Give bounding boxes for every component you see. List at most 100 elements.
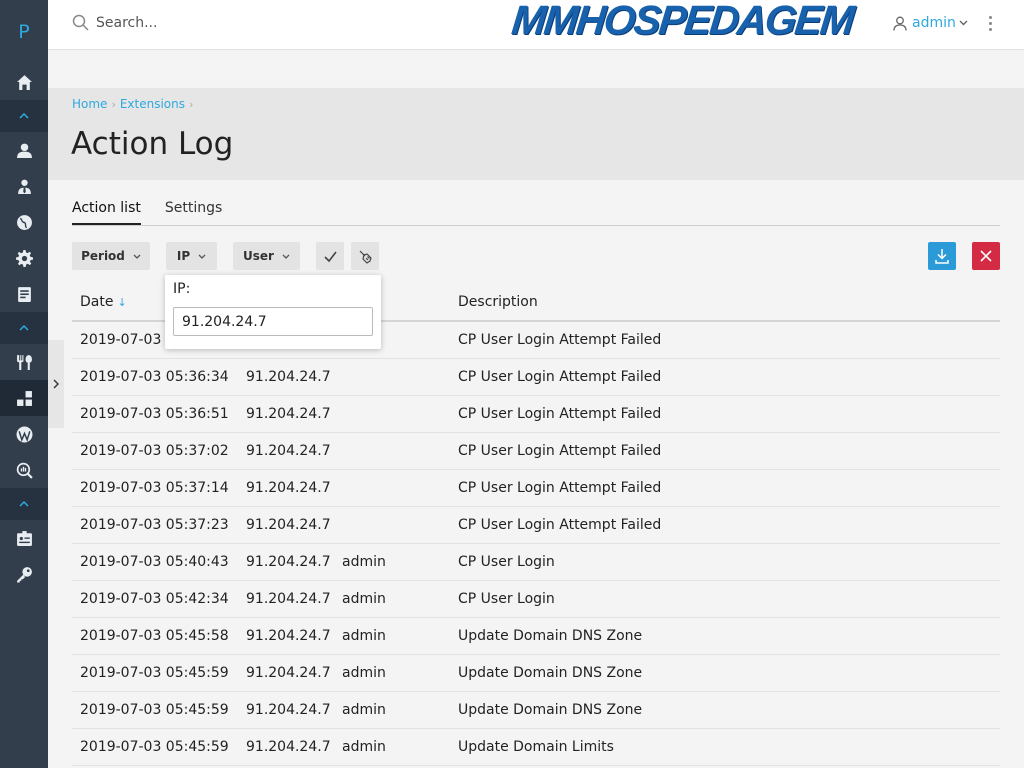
ip-filter-popup: IP:: [165, 275, 381, 349]
sidebar-item-wordpress[interactable]: [0, 416, 48, 452]
row-user: admin: [342, 665, 386, 681]
period-filter-label: Period: [81, 249, 125, 263]
filter-toolbar: Period IP User: [72, 242, 1000, 270]
row-date: 2019-07-03 05:37:23: [80, 517, 229, 533]
row-date: 2019-07-03 05:36:51: [80, 406, 229, 422]
sidebar-item-server[interactable]: [0, 520, 48, 556]
row-ip: 91.204.24.7: [246, 517, 331, 533]
row-user: admin: [342, 554, 386, 570]
sidebar-item-users[interactable]: [0, 132, 48, 168]
chevron-down-icon: [959, 20, 968, 26]
row-ip: 91.204.24.7: [246, 665, 331, 681]
row-description: CP User Login: [458, 554, 555, 570]
column-date-label: Date: [80, 294, 114, 310]
row-date: 2019-07-03 05:37:02: [80, 443, 229, 459]
search-input[interactable]: [96, 14, 296, 31]
row-ip: 91.204.24.7: [246, 591, 331, 607]
sidebar-item-customers[interactable]: [0, 168, 48, 204]
tab-action-list[interactable]: Action list: [72, 200, 141, 225]
checkmark-icon: [323, 251, 337, 262]
download-button[interactable]: [928, 242, 956, 270]
home-icon: [16, 74, 32, 90]
clear-filter-button[interactable]: [351, 242, 379, 270]
user-filter-button[interactable]: User: [233, 242, 300, 270]
sidebar-item-domains[interactable]: [0, 204, 48, 240]
row-description: CP User Login Attempt Failed: [458, 369, 662, 385]
row-description: CP User Login Attempt Failed: [458, 480, 662, 496]
sidebar-item-billing[interactable]: [0, 276, 48, 312]
ip-filter-field-label: IP:: [173, 281, 191, 297]
chevron-up-icon: [19, 501, 29, 507]
chevron-up-icon: [19, 325, 29, 331]
row-user: admin: [342, 702, 386, 718]
sort-arrow-icon: ↓: [117, 296, 127, 309]
row-ip: 91.204.24.7: [246, 369, 331, 385]
sidebar-item-home[interactable]: [0, 64, 48, 100]
ip-filter-input[interactable]: [173, 307, 373, 336]
tools-icon: [16, 354, 32, 370]
sidebar-collapse-group-3[interactable]: [0, 488, 48, 520]
column-description[interactable]: Description: [458, 294, 538, 310]
download-icon: [935, 249, 949, 264]
sidebar-item-tools[interactable]: [0, 344, 48, 380]
row-description: Update Domain DNS Zone: [458, 702, 643, 718]
row-description: Update Domain DNS Zone: [458, 665, 643, 681]
tab-bar: Action list Settings: [72, 200, 1000, 226]
plesk-logo[interactable]: P: [0, 0, 48, 64]
row-description: CP User Login: [458, 591, 555, 607]
sidebar-expand-toggle[interactable]: [48, 340, 64, 428]
billing-icon: [17, 286, 31, 302]
ip-filter-label: IP: [176, 249, 191, 263]
more-menu-icon[interactable]: [989, 16, 993, 32]
row-user: admin: [342, 591, 386, 607]
top-header: MMHOSPEDAGEM admin: [48, 0, 1024, 50]
sidebar-item-monitoring[interactable]: [0, 452, 48, 488]
sidebar-item-keys[interactable]: [0, 556, 48, 592]
sidebar-collapse-group-2[interactable]: [0, 312, 48, 344]
row-description: Update Domain Limits: [458, 739, 614, 755]
breadcrumb-extensions[interactable]: Extensions: [120, 97, 185, 111]
user-tie-icon: [17, 179, 31, 194]
table-row: 2019-07-03 05:36:34 91.204.24.7 CP User Lo…: [72, 359, 1000, 396]
period-filter-button[interactable]: Period: [72, 242, 150, 270]
global-search[interactable]: [72, 14, 296, 31]
close-icon: [980, 250, 992, 262]
column-date[interactable]: Date ↓: [80, 294, 127, 310]
breadcrumb-separator-icon: ›: [111, 97, 116, 111]
chevron-up-icon: [19, 113, 29, 119]
table-row: 2019-07-03 05:37:02 91.204.24.7 CP User Lo…: [72, 433, 1000, 470]
page-title: Action Log: [71, 126, 234, 162]
sidebar-item-settings[interactable]: [0, 240, 48, 276]
row-date: 2019-07-03 05:45:58: [80, 628, 229, 644]
apply-filter-button[interactable]: [316, 242, 344, 270]
row-description: CP User Login Attempt Failed: [458, 406, 662, 422]
user-menu[interactable]: admin: [893, 15, 968, 31]
row-ip: 91.204.24.7: [246, 702, 331, 718]
sidebar-collapse-group-1[interactable]: [0, 100, 48, 132]
row-date: 2019-07-03 05:40:43: [80, 554, 229, 570]
row-description: CP User Login Attempt Failed: [458, 517, 662, 533]
brand-logo: MMHOSPEDAGEM: [510, 0, 855, 43]
row-description: CP User Login Attempt Failed: [458, 443, 662, 459]
table-body: 2019-07-03 0 CP User Login Attempt Failed…: [72, 322, 1000, 766]
page-header: Home › Extensions › Action Log: [48, 88, 1024, 180]
breadcrumb: Home › Extensions ›: [72, 97, 197, 111]
table-row: 2019-07-03 05:45:59 91.204.24.7 admin Updat…: [72, 729, 1000, 766]
sidebar-item-extensions[interactable]: [0, 380, 48, 416]
row-ip: 91.204.24.7: [246, 628, 331, 644]
table-row: 2019-07-03 05:45:59 91.204.24.7 admin Updat…: [72, 655, 1000, 692]
sidebar: P: [0, 0, 48, 768]
search-icon: [72, 14, 89, 31]
row-date: 2019-07-03 05:36:34: [80, 369, 229, 385]
globe-icon: [16, 214, 32, 230]
clear-log-button[interactable]: [972, 242, 1000, 270]
chevron-down-icon: [198, 254, 206, 259]
server-icon: [16, 530, 32, 546]
row-date: 2019-07-03 05:37:14: [80, 480, 229, 496]
broom-icon: [359, 250, 372, 264]
gear-icon: [15, 249, 33, 267]
breadcrumb-home[interactable]: Home: [72, 97, 107, 111]
ip-filter-button[interactable]: IP: [166, 242, 217, 270]
row-ip: 91.204.24.7: [246, 480, 331, 496]
tab-settings[interactable]: Settings: [165, 200, 222, 225]
